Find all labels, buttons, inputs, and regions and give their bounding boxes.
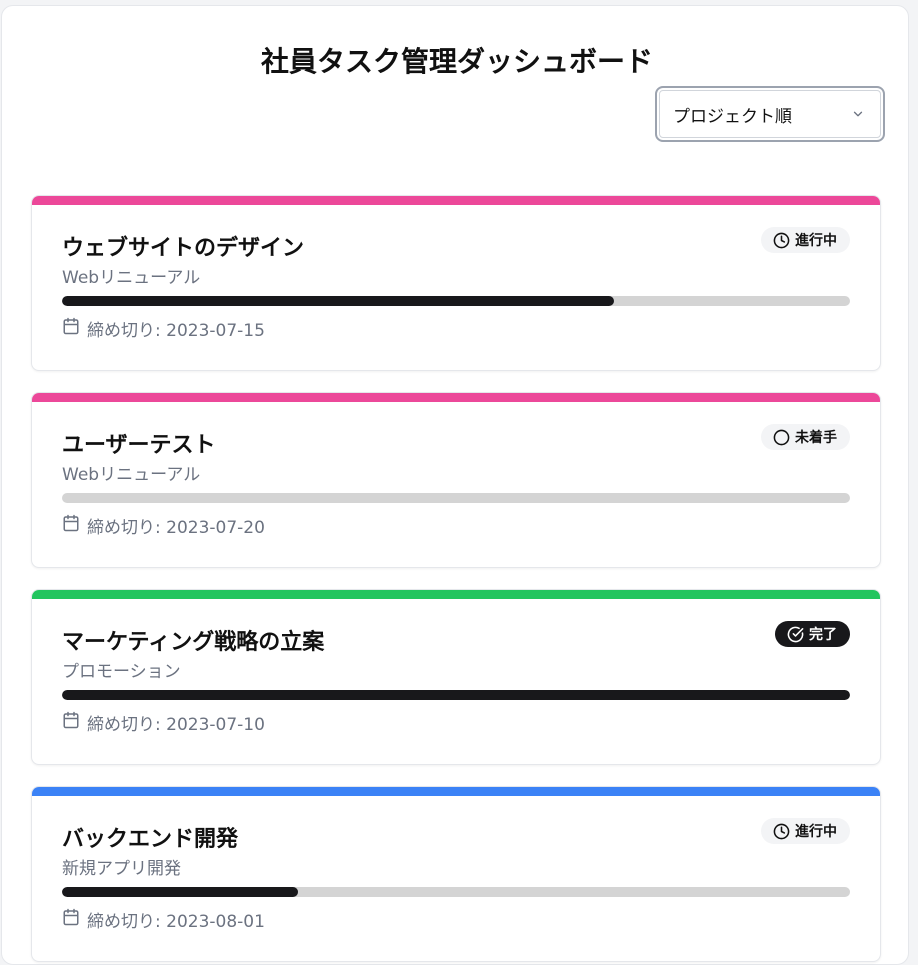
- progress-bar: [62, 296, 850, 306]
- task-accent-stripe: [32, 196, 880, 205]
- deadline-text: 締め切り: 2023-07-15: [87, 320, 265, 341]
- task-project: Webリニューアル: [62, 268, 201, 288]
- deadline-text: 締め切り: 2023-07-10: [87, 714, 265, 735]
- deadline-text: 締め切り: 2023-07-20: [87, 517, 265, 538]
- task-title: ユーザーテスト: [62, 433, 216, 458]
- task-card[interactable]: ユーザーテスト Webリニューアル 未着手 締め切り: 2023-07-20: [31, 392, 881, 568]
- task-card[interactable]: マーケティング戦略の立案 プロモーション 完了 締め切り: 2023-07-10: [31, 589, 881, 765]
- task-accent-stripe: [32, 590, 880, 599]
- status-badge: 進行中: [761, 818, 850, 844]
- task-card[interactable]: ウェブサイトのデザイン Webリニューアル 進行中 締め切り: 2023-07-…: [31, 195, 881, 371]
- task-project: 新規アプリ開発: [62, 859, 181, 879]
- circle-icon: [773, 429, 795, 446]
- task-project: Webリニューアル: [62, 465, 201, 485]
- check-circle-icon: [787, 626, 809, 643]
- status-badge: 進行中: [761, 227, 850, 253]
- progress-bar: [62, 690, 850, 700]
- progress-bar: [62, 493, 850, 503]
- task-title: ウェブサイトのデザイン: [62, 236, 305, 261]
- task-title: マーケティング戦略の立案: [62, 630, 325, 655]
- status-label: 完了: [809, 627, 837, 643]
- calendar-icon: [62, 317, 80, 340]
- status-badge: 未着手: [761, 424, 850, 450]
- task-project: プロモーション: [62, 662, 181, 682]
- status-label: 未着手: [795, 430, 837, 446]
- task-accent-stripe: [32, 393, 880, 402]
- calendar-icon: [62, 908, 80, 931]
- task-card[interactable]: バックエンド開発 新規アプリ開発 進行中 締め切り: 2023-08-01: [31, 786, 881, 962]
- status-label: 進行中: [795, 233, 837, 249]
- status-badge: 完了: [775, 621, 850, 647]
- calendar-icon: [62, 514, 80, 537]
- sort-select-value: プロジェクト順: [673, 106, 792, 127]
- progress-fill: [62, 690, 850, 700]
- progress-bar: [62, 887, 850, 897]
- clock-icon: [773, 823, 795, 840]
- deadline: 締め切り: 2023-07-20: [62, 514, 265, 538]
- deadline: 締め切り: 2023-07-15: [62, 317, 265, 341]
- clock-icon: [773, 232, 795, 249]
- deadline: 締め切り: 2023-07-10: [62, 711, 265, 735]
- task-title: バックエンド開発: [62, 827, 239, 852]
- deadline-text: 締め切り: 2023-08-01: [87, 911, 265, 932]
- task-accent-stripe: [32, 787, 880, 796]
- page-title: 社員タスク管理ダッシュボード: [260, 45, 653, 78]
- chevron-down-icon: [851, 107, 865, 121]
- status-label: 進行中: [795, 824, 837, 840]
- progress-fill: [62, 887, 299, 897]
- sort-select[interactable]: プロジェクト順: [655, 86, 885, 142]
- deadline: 締め切り: 2023-08-01: [62, 908, 265, 932]
- progress-fill: [62, 296, 614, 306]
- calendar-icon: [62, 711, 80, 734]
